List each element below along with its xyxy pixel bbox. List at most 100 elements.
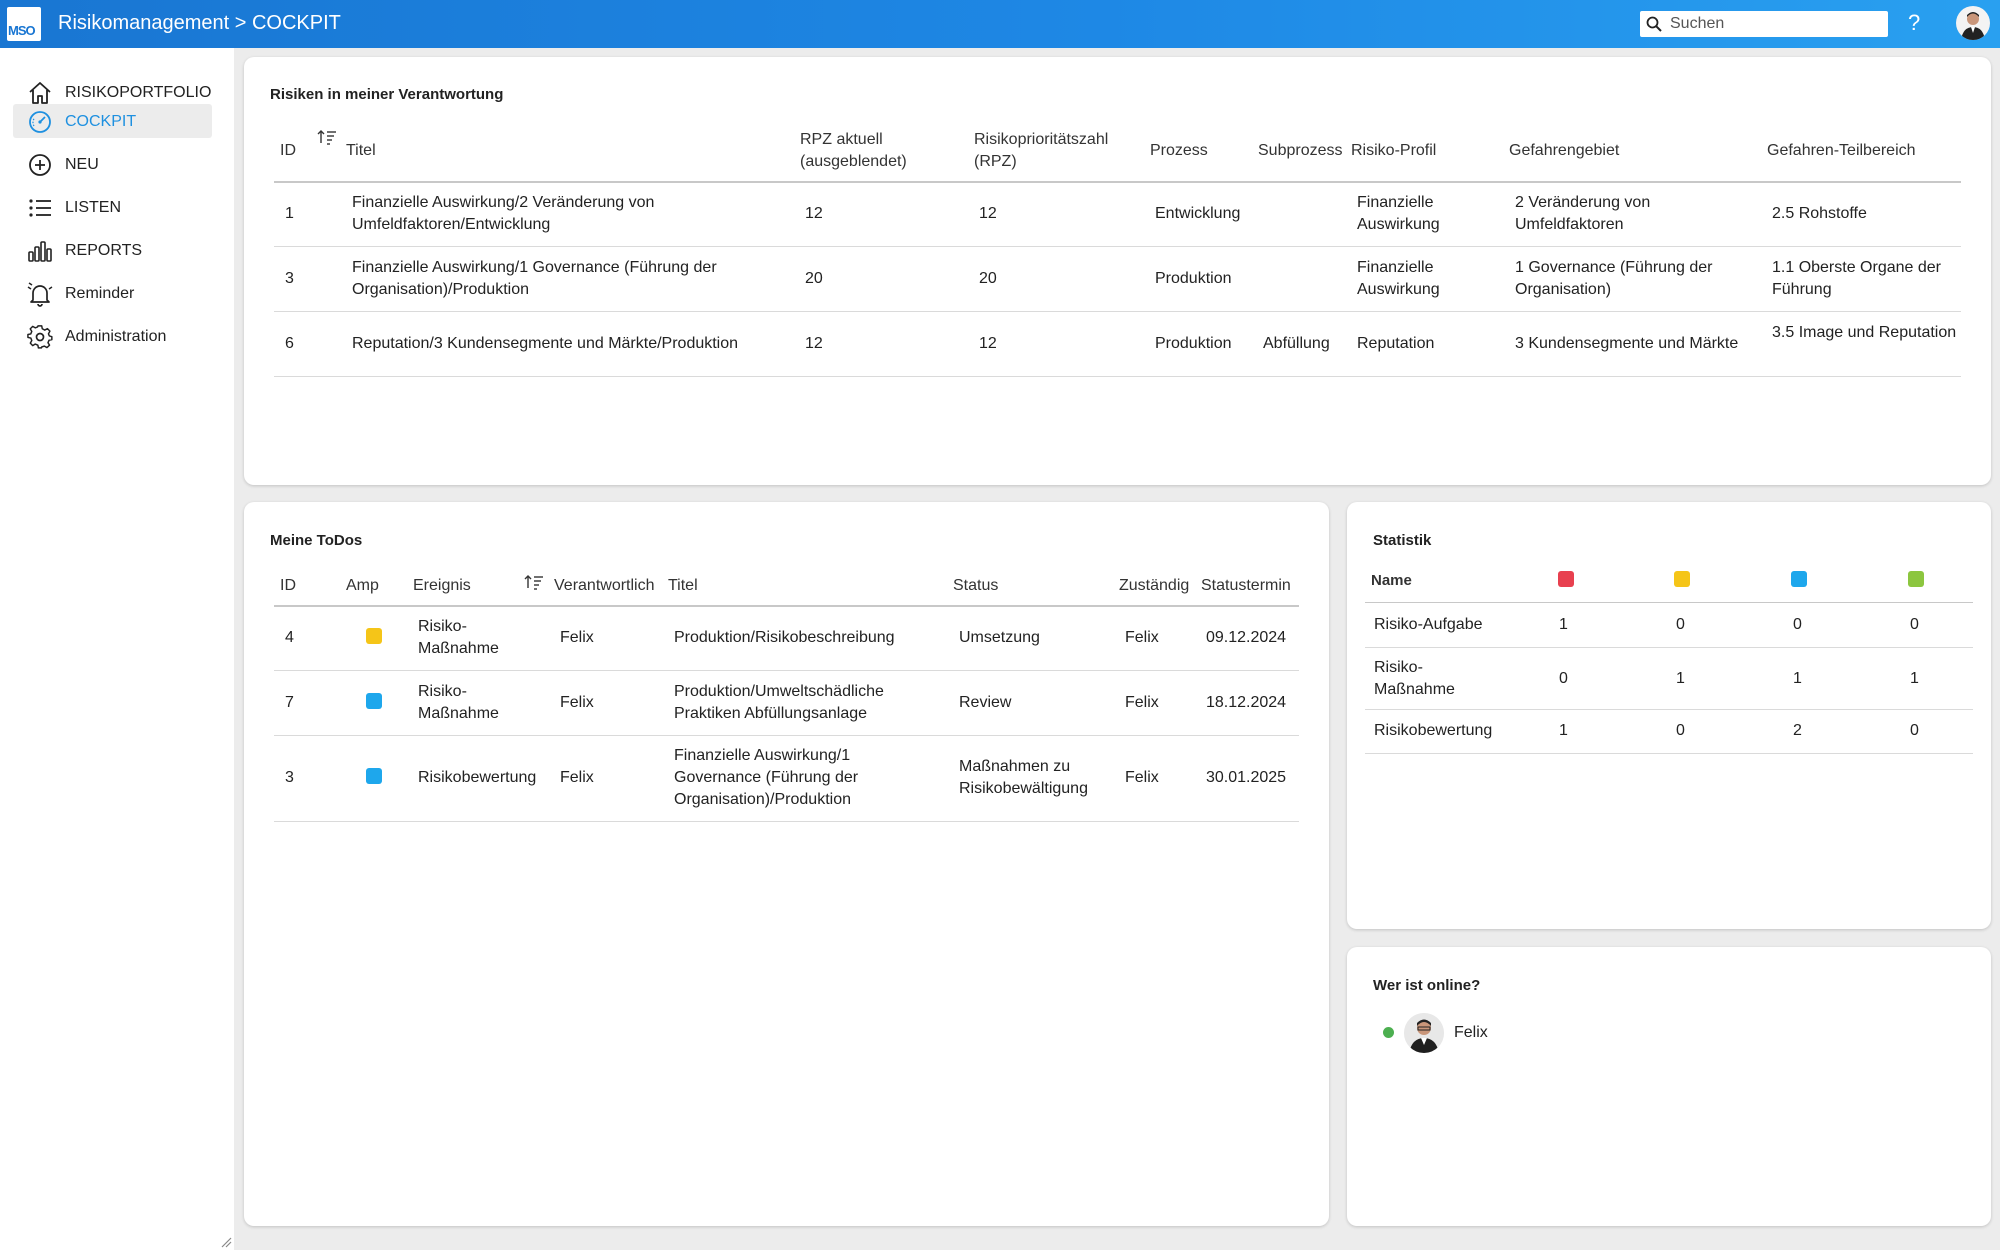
todo-row-1-status: Umsetzung [959, 629, 1040, 646]
user-avatar[interactable] [1956, 6, 1990, 40]
col-header-verantwortlich[interactable]: Verantwortlich [554, 575, 655, 597]
col-header-zustaendig[interactable]: Zuständig [1119, 575, 1189, 597]
sidebar-item-neu[interactable]: NEU [13, 147, 212, 181]
sidebar-item-label: LISTEN [65, 199, 122, 216]
todo-row-3-id[interactable]: 3 [285, 767, 294, 789]
row-divider [274, 376, 1961, 377]
risk-row-2-id[interactable]: 3 [285, 268, 294, 290]
search-box[interactable] [1640, 11, 1888, 37]
risk-row-3-rpz: 12 [979, 335, 997, 352]
col-header-gefahrengebiet[interactable]: Gefahrengebiet [1509, 140, 1619, 162]
col-header-rpz[interactable]: Risikoprioritätszahl (RPZ) [974, 129, 1124, 173]
stat-row-1-yellow: 0 [1676, 616, 1685, 633]
sidebar-item-reminder[interactable]: Reminder [13, 276, 212, 310]
header-divider [274, 605, 1299, 607]
todo-row-1-id[interactable]: 4 [285, 627, 294, 649]
sidebar-item-listen[interactable]: LISTEN [13, 190, 212, 224]
risk-row-3-rpz-aktuell: 12 [805, 335, 823, 352]
risk-row-1-teilbereich: 2.5 Rohstoffe [1772, 205, 1867, 222]
stat-row-1-red: 1 [1559, 616, 1568, 633]
risk-row-3-titel[interactable]: Reputation/3 Kundensegmente und Märkte/P… [352, 333, 782, 355]
risks-panel-title: Risiken in meiner Verantwortung [270, 86, 504, 103]
col-header-titel[interactable]: Titel [668, 575, 698, 597]
online-panel-title: Wer ist online? [1373, 977, 1481, 994]
resize-grip-icon[interactable] [220, 1236, 232, 1248]
statistik-panel: Statistik Name Risiko-Aufgabe 1 0 0 0 Ri… [1347, 502, 1991, 929]
row-divider [274, 246, 1961, 247]
risk-row-1-profil: Finanzielle Auswirkung [1357, 194, 1440, 233]
todo-row-3-status: Maßnahmen zu Risikobewältigung [959, 758, 1088, 797]
todo-row-1-ereignis[interactable]: Risiko-Maßnahme [418, 616, 518, 660]
col-header-amp[interactable]: Amp [346, 575, 379, 597]
todo-row-2-verantwortlich: Felix [560, 694, 594, 711]
sidebar-item-label: RISIKOPORTFOLIO [65, 84, 212, 101]
statistik-panel-title: Statistik [1373, 532, 1432, 549]
col-header-titel[interactable]: Titel [346, 140, 376, 162]
risk-row-1-titel[interactable]: Finanzielle Auswirkung/2 Veränderung von… [352, 192, 772, 236]
sort-icon[interactable] [524, 574, 544, 590]
stat-row-3-green: 0 [1910, 722, 1919, 739]
col-header-risiko-profil[interactable]: Risiko-Profil [1351, 140, 1436, 162]
row-divider [1365, 647, 1973, 648]
search-input[interactable] [1670, 14, 1880, 34]
risk-row-1-prozess: Entwicklung [1155, 205, 1241, 222]
col-header-status[interactable]: Status [953, 575, 998, 597]
todo-row-2-zustaendig: Felix [1125, 694, 1159, 711]
risk-row-2-titel[interactable]: Finanzielle Auswirkung/1 Governance (Füh… [352, 257, 772, 301]
risk-row-2-teilbereich: 1.1 Oberste Organe der Führung [1772, 259, 1941, 298]
col-header-statustermin[interactable]: Statustermin [1201, 575, 1291, 597]
blue-status-icon [1791, 571, 1807, 587]
sidebar-item-reports[interactable]: REPORTS [13, 233, 212, 267]
risk-row-1-id[interactable]: 1 [285, 203, 294, 225]
risk-row-3-teilbereich: 3.5 Image und Reputation [1772, 324, 1957, 341]
todo-row-3-ereignis[interactable]: Risikobewertung [418, 767, 548, 789]
stat-row-2-name: Risiko-Maßnahme [1374, 659, 1455, 698]
list-icon [29, 199, 51, 217]
gear-icon [27, 325, 53, 349]
sidebar-item-label: Administration [65, 328, 167, 345]
todo-row-1-titel[interactable]: Produktion/Risikobeschreibung [674, 627, 934, 649]
sidebar-item-cockpit[interactable]: COCKPIT [13, 104, 212, 138]
page-title: Risikomanagement > COCKPIT [58, 12, 341, 34]
sort-icon[interactable] [317, 129, 337, 145]
online-user-name[interactable]: Felix [1454, 1022, 1488, 1044]
todo-row-1-zustaendig: Felix [1125, 629, 1159, 646]
todo-row-2-ereignis[interactable]: Risiko-Maßnahme [418, 681, 518, 725]
stat-row-1-green: 0 [1910, 616, 1919, 633]
todos-panel-title: Meine ToDos [270, 532, 363, 549]
col-header-name[interactable]: Name [1371, 570, 1412, 592]
online-status-dot [1383, 1027, 1394, 1038]
todo-row-2-statustermin: 18.12.2024 [1206, 694, 1287, 711]
row-divider [274, 311, 1961, 312]
row-divider [274, 735, 1299, 736]
avatar[interactable] [1404, 1013, 1444, 1053]
risk-row-1-gebiet: 2 Veränderung von Umfeldfaktoren [1515, 194, 1651, 233]
col-header-gefahren-teilbereich[interactable]: Gefahren-Teilbereich [1767, 140, 1916, 162]
col-header-rpz-aktuell[interactable]: RPZ aktuell (ausgeblendet) [800, 129, 940, 173]
row-divider [1365, 753, 1973, 754]
sidebar-item-label: Reminder [65, 285, 135, 302]
col-header-id[interactable]: ID [280, 575, 296, 597]
todo-row-3-titel[interactable]: Finanzielle Auswirkung/1 Governance (Füh… [674, 745, 874, 811]
risks-panel: Risiken in meiner Verantwortung ID Titel… [244, 57, 1991, 485]
search-icon [1646, 16, 1662, 32]
sidebar: RISIKOPORTFOLIO COCKPIT NEU LISTEN REPOR… [0, 48, 234, 1250]
sidebar-item-label: COCKPIT [65, 113, 137, 130]
todo-row-2-id[interactable]: 7 [285, 692, 294, 714]
mso-logo[interactable]: MSO [7, 7, 41, 41]
col-header-prozess[interactable]: Prozess [1150, 140, 1208, 162]
todo-row-1-verantwortlich: Felix [560, 629, 594, 646]
sidebar-item-label: REPORTS [65, 242, 143, 259]
plus-circle-icon [29, 154, 51, 176]
help-button[interactable]: ? [1908, 10, 1920, 36]
todo-row-2-titel[interactable]: Produktion/Umweltschädliche Praktiken Ab… [674, 681, 934, 725]
sidebar-item-administration[interactable]: Administration [13, 319, 212, 353]
col-header-ereignis[interactable]: Ereignis [413, 575, 471, 597]
header-divider [274, 181, 1961, 183]
green-status-icon [1908, 571, 1924, 587]
todos-panel: Meine ToDos ID Amp Ereignis Verantwortli… [244, 502, 1329, 1226]
col-header-id[interactable]: ID [280, 140, 296, 162]
risk-row-3-id[interactable]: 6 [285, 333, 294, 355]
col-header-subprozess[interactable]: Subprozess [1258, 140, 1343, 162]
red-status-icon [1558, 571, 1574, 587]
